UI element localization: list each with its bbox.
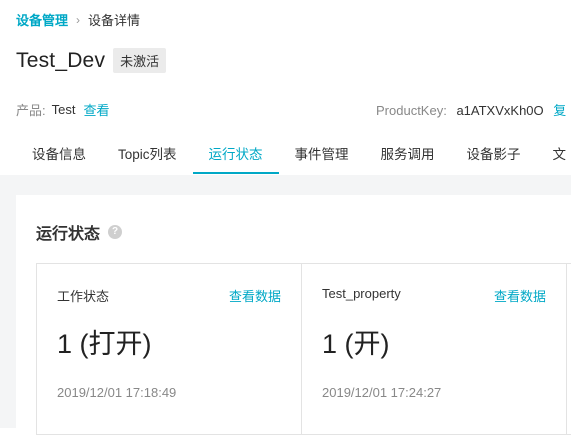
property-value: 1 (开) (322, 329, 390, 359)
tab-device-info[interactable]: 设备信息 (16, 138, 102, 174)
product-key-value: a1ATXVxKh0O (456, 103, 544, 118)
breadcrumb: 设备管理 › 设备详情 (16, 10, 140, 29)
product-key-info: ProductKey: a1ATXVxKh0O 复 (376, 100, 566, 119)
tab-device-shadow[interactable]: 设备影子 (451, 138, 537, 174)
property-cards: 工作状态 查看数据 1 (打开) 2019/12/01 17:18:49 Tes… (36, 263, 571, 435)
product-info: 产品: Test 查看 (16, 100, 109, 119)
question-circle-icon[interactable]: ? (108, 225, 123, 239)
product-key-copy-link[interactable]: 复 (553, 103, 566, 118)
tab-running-status[interactable]: 运行状态 (192, 138, 279, 174)
tab-file[interactable]: 文 (537, 138, 571, 174)
product-key-label: ProductKey: (376, 103, 447, 118)
property-name: Test_property (322, 286, 401, 301)
breadcrumb-current: 设备详情 (88, 13, 141, 28)
property-card: 工作状态 查看数据 1 (打开) 2019/12/01 17:18:49 (37, 264, 302, 434)
tab-service-call[interactable]: 服务调用 (365, 138, 451, 174)
view-data-link[interactable]: 查看数据 (229, 286, 281, 305)
property-name: 工作状态 (57, 289, 110, 304)
chevron-right-icon: › (76, 12, 81, 27)
tab-event-management[interactable]: 事件管理 (279, 138, 365, 174)
property-card: Test_property 查看数据 1 (开) 2019/12/01 17:2… (302, 264, 567, 434)
breadcrumb-device-management-link[interactable]: 设备管理 (16, 10, 68, 29)
title-row: Test_Dev 未激活 (16, 48, 167, 73)
product-label: 产品: (16, 103, 46, 118)
section-title-text: 运行状态 (36, 226, 101, 243)
tab-topic-list[interactable]: Topic列表 (102, 138, 193, 174)
tab-bar: 设备信息 Topic列表 运行状态 事件管理 服务调用 设备影子 文 (16, 138, 571, 174)
product-view-link[interactable]: 查看 (83, 100, 109, 119)
section-title: 运行状态 ? (36, 220, 123, 244)
property-card-partial (567, 264, 571, 434)
property-timestamp: 2019/12/01 17:18:49 (57, 385, 177, 400)
status-badge: 未激活 (113, 48, 167, 73)
property-value: 1 (打开) (57, 329, 152, 359)
page-title: Test_Dev (16, 48, 106, 72)
view-data-link[interactable]: 查看数据 (494, 286, 546, 305)
product-value: Test (51, 102, 76, 117)
property-timestamp: 2019/12/01 17:24:27 (322, 385, 442, 400)
